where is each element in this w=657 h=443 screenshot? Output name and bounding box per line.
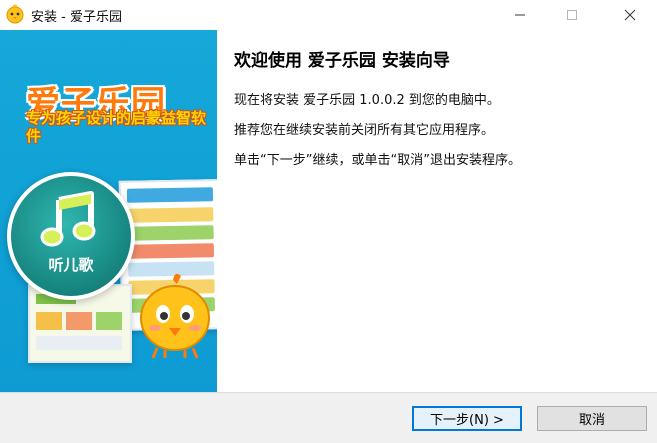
maximize-icon bbox=[567, 10, 577, 20]
close-apps-text: 推荐您在继续安装前关闭所有其它应用程序。 bbox=[234, 123, 495, 138]
wizard-content: 欢迎使用 爱子乐园 安装向导 现在将安装 爱子乐园 1.0.0.2 到您的电脑中… bbox=[217, 30, 657, 392]
close-icon bbox=[624, 9, 636, 21]
instructions-text: 单击“下一步”继续，或单击“取消”退出安装程序。 bbox=[234, 153, 521, 168]
window-title: 安装 - 爱子乐园 bbox=[31, 10, 122, 25]
welcome-heading: 欢迎使用 爱子乐园 安装向导 bbox=[234, 51, 450, 71]
installer-window: 安装 - 爱子乐园 爱子乐园 专为孩子设计的启蒙益智软件 听儿歌 欢迎使用 爱子… bbox=[0, 0, 657, 443]
music-badge: 听儿歌 bbox=[7, 172, 135, 300]
minimize-icon bbox=[515, 14, 525, 16]
cancel-button[interactable]: 取消 bbox=[537, 406, 647, 431]
minimize-button[interactable] bbox=[497, 0, 543, 30]
music-note-icon bbox=[40, 191, 96, 247]
chick-mascot-icon bbox=[140, 273, 210, 359]
wizard-footer: 下一步(N) > 取消 bbox=[0, 392, 657, 443]
chick-face-icon bbox=[6, 4, 24, 24]
install-info-text: 现在将安装 爱子乐园 1.0.0.2 到您的电脑中。 bbox=[234, 93, 500, 108]
wizard-banner-image: 爱子乐园 专为孩子设计的启蒙益智软件 听儿歌 bbox=[0, 30, 217, 392]
title-bar[interactable]: 安装 - 爱子乐园 bbox=[0, 0, 657, 30]
close-button[interactable] bbox=[607, 0, 653, 30]
maximize-button bbox=[549, 0, 595, 30]
music-badge-label: 听儿歌 bbox=[48, 256, 94, 274]
next-button[interactable]: 下一步(N) > bbox=[412, 406, 522, 431]
brand-subtitle: 专为孩子设计的启蒙益智软件 bbox=[26, 109, 207, 145]
